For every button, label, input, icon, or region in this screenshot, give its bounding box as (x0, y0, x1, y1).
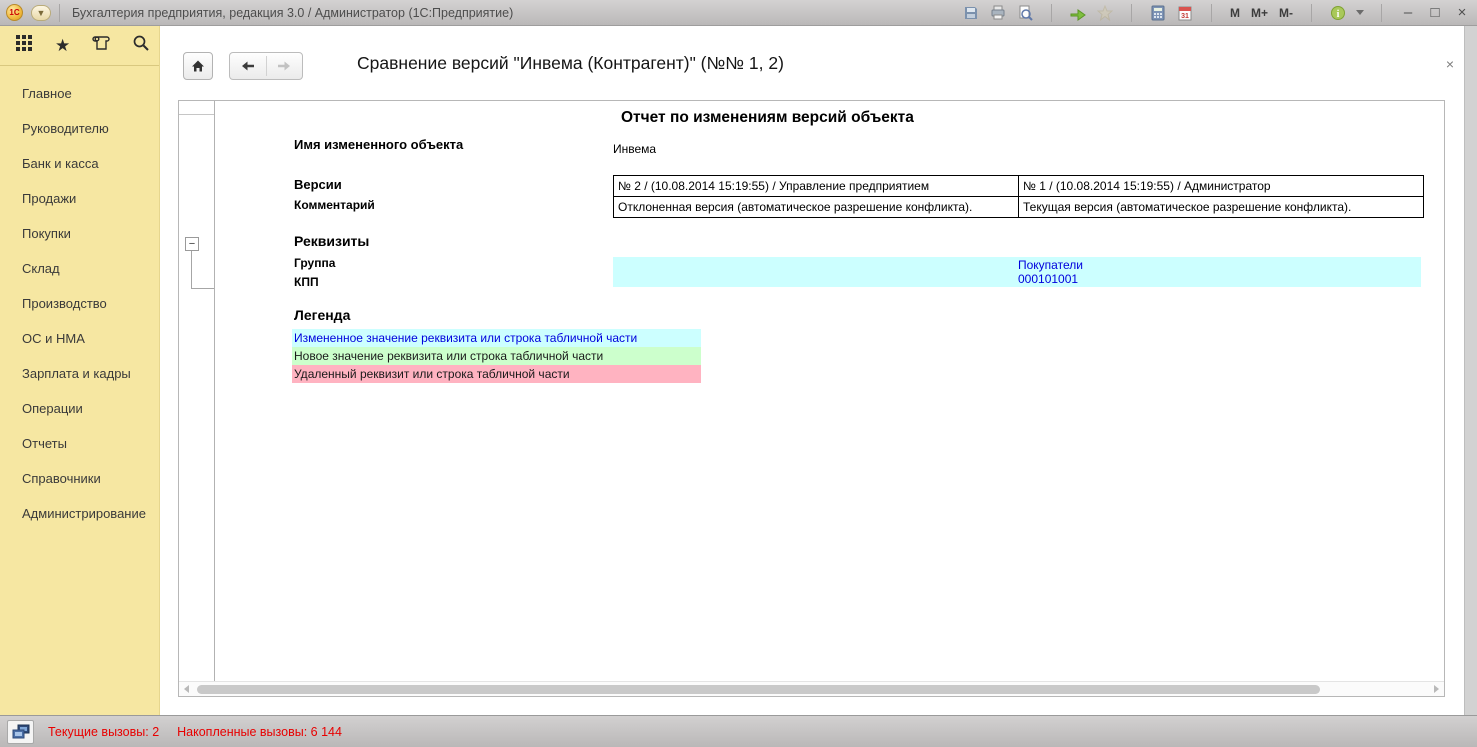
sidebar-menu: Главное Руководителю Банк и касса Продаж… (0, 66, 159, 531)
sidebar-item-administration[interactable]: Администрирование (0, 496, 159, 531)
calendar-icon[interactable]: 31 (1176, 4, 1194, 22)
minimize-button[interactable]: – (1399, 4, 1417, 22)
sidebar-item-production[interactable]: Производство (0, 286, 159, 321)
memory-m-button[interactable]: M (1229, 6, 1241, 20)
toolbar-separator (1131, 4, 1132, 22)
accumulated-calls-status: Накопленные вызовы: 6 144 (177, 725, 342, 739)
svg-text:i: i (1337, 9, 1340, 20)
versions-label: Версии (294, 177, 342, 192)
attribute-kpp-value: 000101001 (1018, 272, 1421, 286)
accumulated-calls-value: 6 144 (311, 725, 342, 739)
sidebar-item-fixed-assets[interactable]: ОС и НМА (0, 321, 159, 356)
current-calls-value: 2 (152, 725, 159, 739)
attributes-label: Реквизиты (294, 233, 369, 249)
changed-values-highlight: Покупатели 000101001 (613, 257, 1421, 287)
info-icon[interactable]: i (1329, 4, 1347, 22)
sidebar-toolbar: ★ (0, 26, 159, 66)
legend-changed-row: Измененное значение реквизита или строка… (292, 329, 701, 347)
scroll-left-arrow-icon[interactable] (184, 685, 189, 693)
window-title: Бухгалтерия предприятия, редакция 3.0 / … (72, 6, 513, 20)
grouping-header (179, 101, 214, 115)
table-row: Отклоненная версия (автоматическое разре… (614, 197, 1424, 218)
legend-label: Легенда (294, 307, 350, 323)
toolbar-separator (1311, 4, 1312, 22)
report-area: − Отчет по изменениям версий объекта Имя… (178, 100, 1445, 697)
accumulated-calls-label: Накопленные вызовы: (177, 725, 307, 739)
1c-logo-icon: 1С (6, 4, 23, 21)
toolbar-separator (1211, 4, 1212, 22)
form-close-button[interactable]: × (1441, 56, 1459, 72)
sidebar-item-warehouse[interactable]: Склад (0, 251, 159, 286)
titlebar-toolbar: 31 M M+ M- i – □ × (962, 4, 1471, 22)
history-icon[interactable] (92, 34, 110, 57)
print-icon[interactable] (989, 4, 1007, 22)
form-title: Сравнение версий "Инвема (Контрагент)" (… (357, 53, 784, 74)
sidebar-item-bank-cash[interactable]: Банк и касса (0, 146, 159, 181)
scrollbar-thumb[interactable] (197, 685, 1320, 694)
titlebar-separator (59, 4, 60, 22)
sidebar-item-purchases[interactable]: Покупки (0, 216, 159, 251)
print-preview-icon[interactable] (1016, 4, 1034, 22)
current-calls-label: Текущие вызовы: (48, 725, 149, 739)
calculator-icon[interactable] (1149, 4, 1167, 22)
favorites-icon[interactable]: ★ (55, 37, 70, 54)
current-calls-status: Текущие вызовы: 2 (48, 725, 159, 739)
search-icon[interactable] (132, 34, 150, 57)
version-2-cell: № 2 / (10.08.2014 15:19:55) / Управление… (614, 176, 1019, 197)
back-arrow-icon (240, 58, 256, 74)
app-window: 1С ▼ Бухгалтерия предприятия, редакция 3… (0, 0, 1477, 747)
home-icon (190, 58, 206, 74)
sidebar-item-manager[interactable]: Руководителю (0, 111, 159, 146)
attribute-group-label: Группа (294, 256, 335, 270)
goto-link-icon[interactable] (1069, 4, 1087, 22)
sidebar-item-main[interactable]: Главное (0, 76, 159, 111)
comment-label: Комментарий (294, 198, 375, 212)
maximize-button[interactable]: □ (1426, 4, 1444, 22)
statusbar: Текущие вызовы: 2 Накопленные вызовы: 6 … (0, 715, 1477, 747)
attribute-group-value: Покупатели (1018, 258, 1421, 272)
memory-m-plus-button[interactable]: M+ (1250, 6, 1269, 20)
attribute-kpp-label: КПП (294, 275, 319, 289)
sidebar-item-reports[interactable]: Отчеты (0, 426, 159, 461)
sidebar-item-directories[interactable]: Справочники (0, 461, 159, 496)
horizontal-scrollbar[interactable] (179, 681, 1444, 696)
object-name-label: Имя измененного объекта (294, 137, 463, 152)
sidebar: ★ Главное Руководителю Банк и касса Прод… (0, 26, 160, 715)
version-2-comment-cell: Отклоненная версия (автоматическое разре… (614, 197, 1019, 218)
version-1-cell: № 1 / (10.08.2014 15:19:55) / Администра… (1019, 176, 1424, 197)
navigation-buttons (229, 52, 303, 80)
toolbar-separator (1381, 4, 1382, 22)
back-button[interactable] (230, 53, 266, 79)
close-button[interactable]: × (1453, 4, 1471, 22)
sidebar-item-operations[interactable]: Операции (0, 391, 159, 426)
collapse-group-button[interactable]: − (185, 237, 199, 251)
sidebar-item-payroll-hr[interactable]: Зарплата и кадры (0, 356, 159, 391)
forward-arrow-icon (276, 58, 292, 74)
object-name-value: Инвема (613, 142, 656, 156)
scroll-right-arrow-icon[interactable] (1434, 685, 1439, 693)
legend-new-row: Новое значение реквизита или строка табл… (292, 347, 701, 365)
report-title: Отчет по изменениям версий объекта (621, 109, 914, 127)
versions-table: № 2 / (10.08.2014 15:19:55) / Управление… (613, 175, 1424, 218)
right-edge-scroll-strip[interactable] (1464, 26, 1477, 715)
toolbar-separator (1051, 4, 1052, 22)
titlebar: 1С ▼ Бухгалтерия предприятия, редакция 3… (0, 0, 1477, 26)
version-1-comment-cell: Текущая версия (автоматическое разрешени… (1019, 197, 1424, 218)
legend-deleted-row: Удаленный реквизит или строка табличной … (292, 365, 701, 383)
save-icon[interactable] (962, 4, 980, 22)
info-dropdown-icon[interactable] (1356, 10, 1364, 15)
server-calls-icon[interactable] (7, 720, 34, 744)
memory-m-minus-button[interactable]: M- (1278, 6, 1294, 20)
home-button[interactable] (183, 52, 213, 80)
grouping-margin (179, 101, 215, 682)
sections-menu-icon[interactable] (15, 34, 33, 57)
svg-text:31: 31 (1181, 13, 1189, 20)
system-menu-button[interactable]: ▼ (31, 5, 51, 21)
grouping-bracket (191, 251, 214, 289)
sidebar-item-sales[interactable]: Продажи (0, 181, 159, 216)
table-row: № 2 / (10.08.2014 15:19:55) / Управление… (614, 176, 1424, 197)
favorites-star-icon[interactable] (1096, 4, 1114, 22)
forward-button[interactable] (267, 53, 303, 79)
